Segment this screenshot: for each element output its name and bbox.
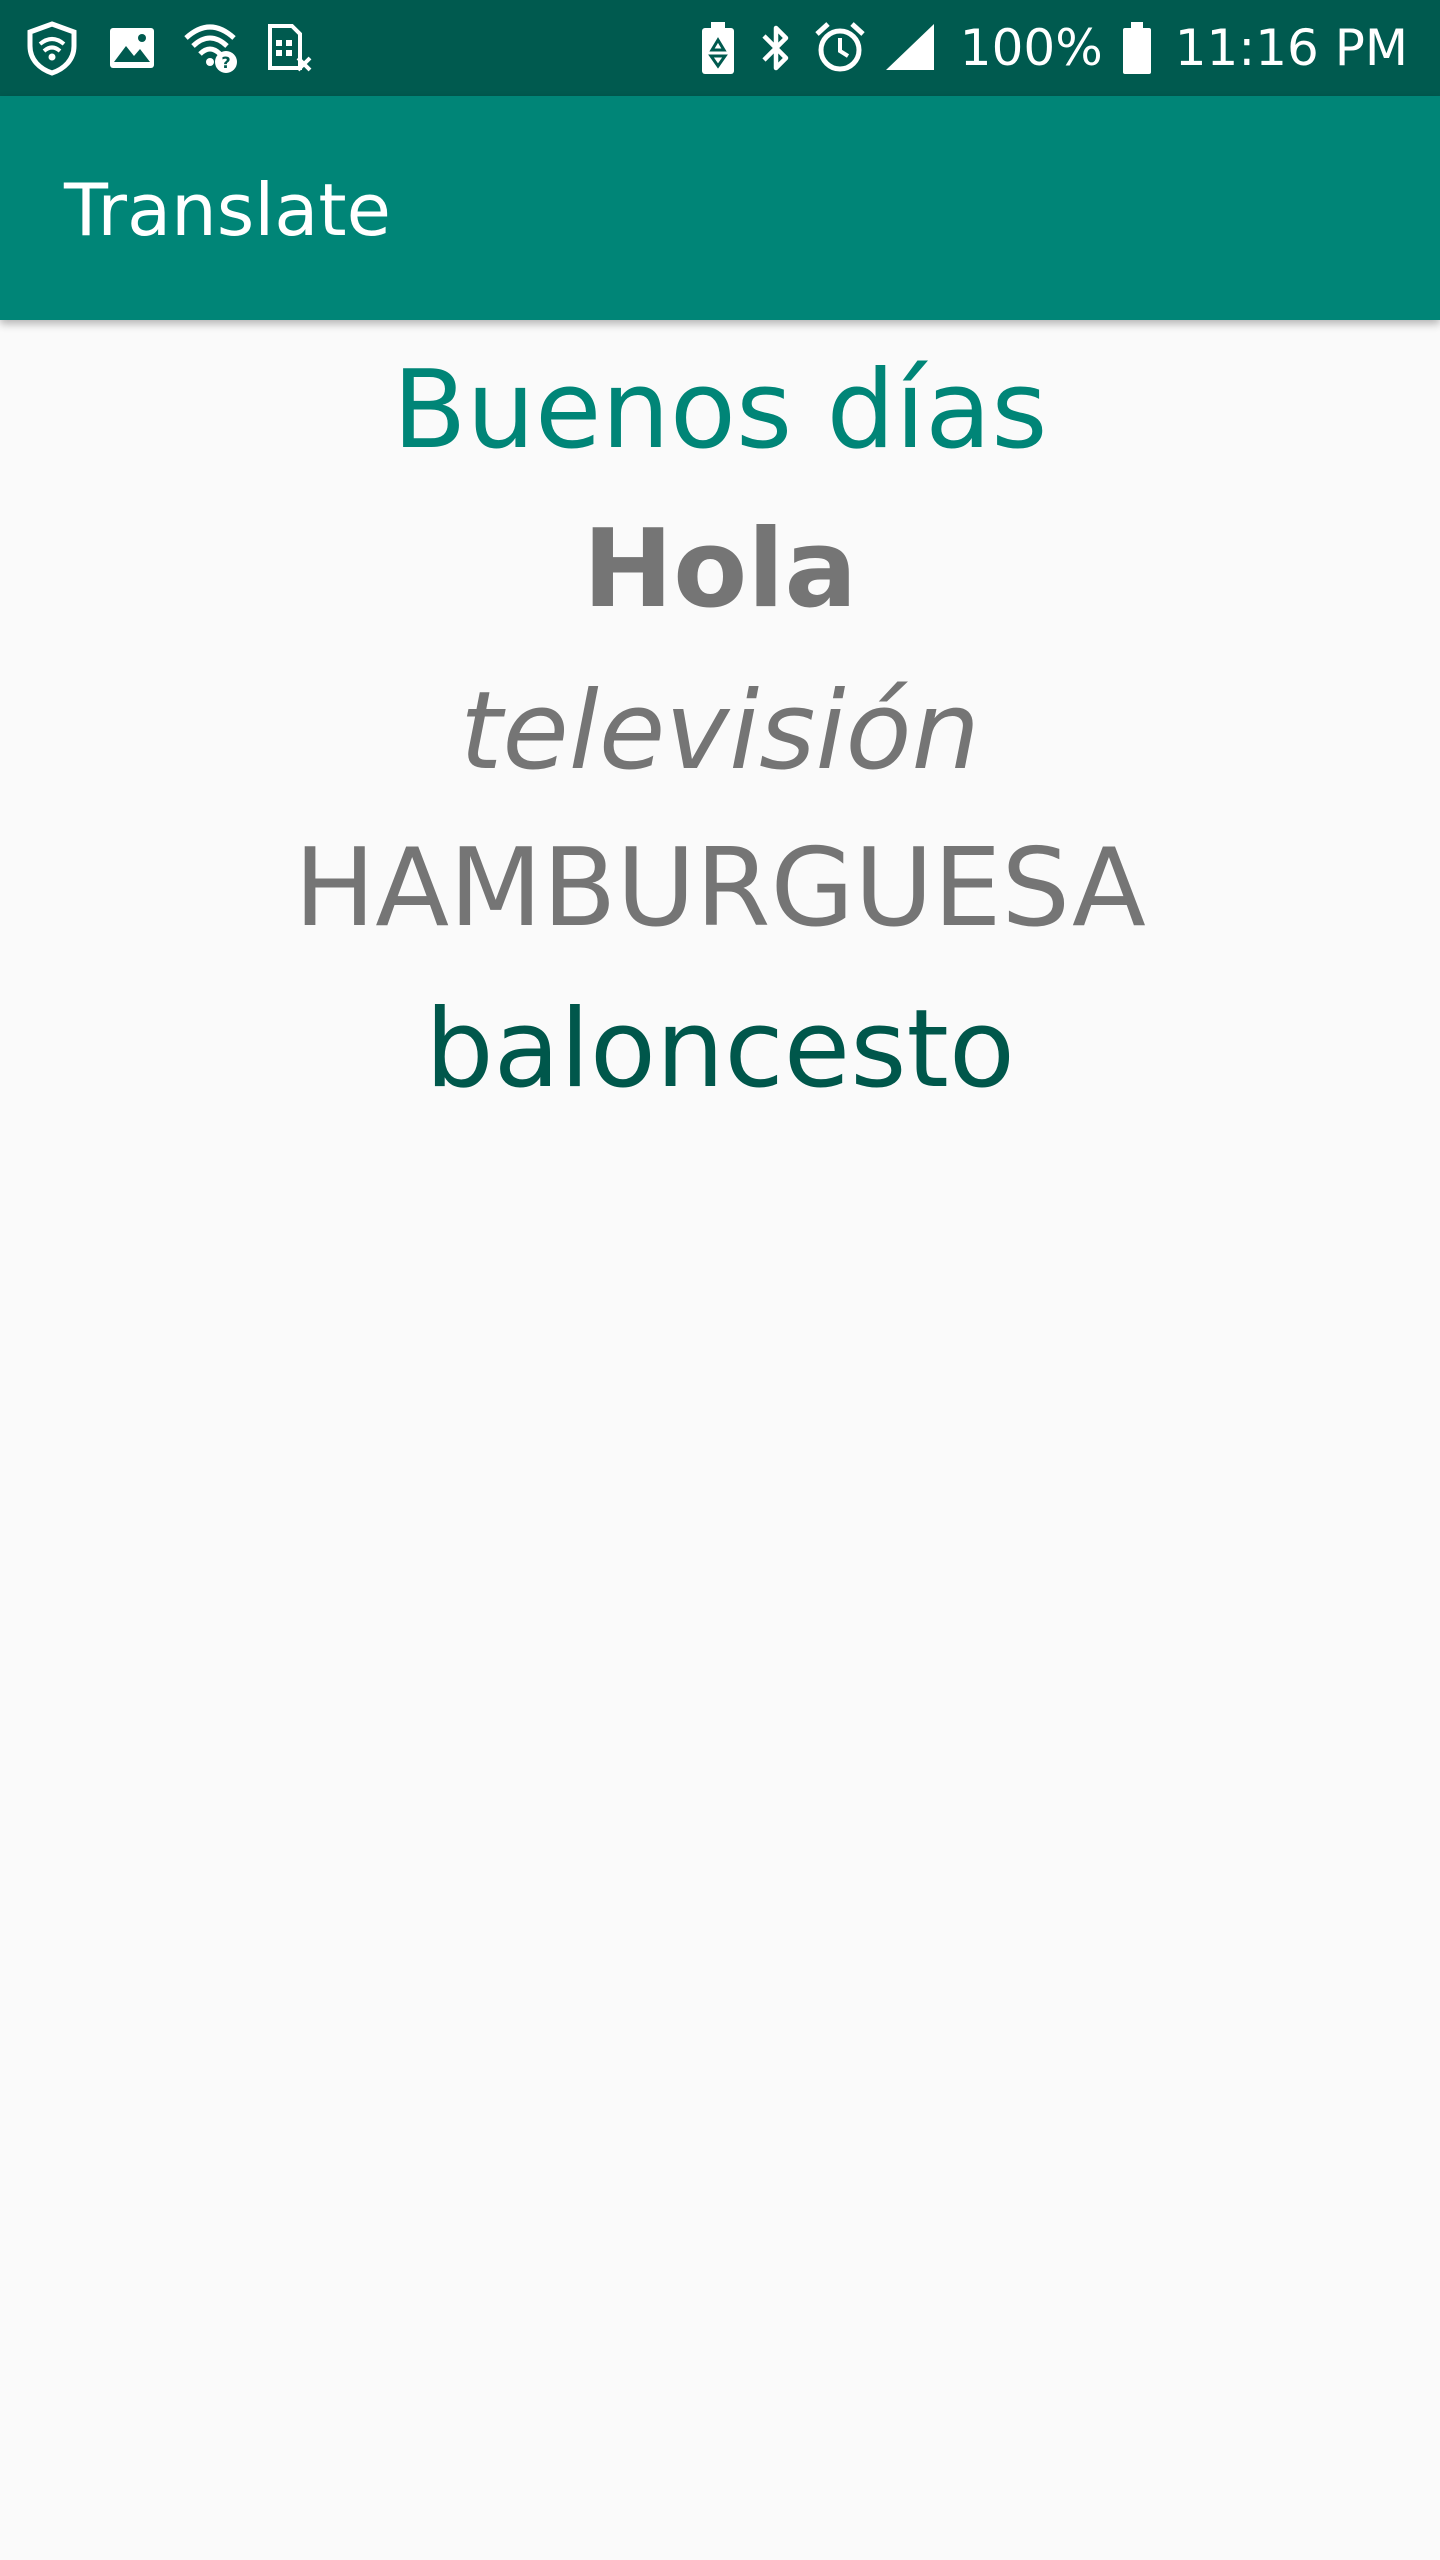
status-left-icons: ? bbox=[24, 20, 340, 76]
shield-icon bbox=[24, 20, 80, 76]
word-hamburguesa: HAMBURGUESA bbox=[294, 826, 1146, 951]
clock: 11:16 PM bbox=[1174, 19, 1408, 77]
word-buenos-dias: Buenos días bbox=[392, 348, 1048, 473]
signal-icon bbox=[884, 22, 938, 74]
battery-icon bbox=[1121, 20, 1153, 76]
image-icon bbox=[106, 22, 158, 74]
battery-saver-icon bbox=[698, 20, 738, 76]
sim-error-icon bbox=[266, 22, 314, 74]
alarm-icon bbox=[814, 20, 866, 76]
battery-percent: 100% bbox=[959, 19, 1103, 77]
app-bar: Translate bbox=[0, 96, 1440, 320]
word-television: televisión bbox=[460, 669, 980, 794]
svg-text:?: ? bbox=[221, 53, 230, 72]
status-bar: ? 100% 11:16 PM bbox=[0, 0, 1440, 96]
bluetooth-icon bbox=[756, 20, 796, 76]
word-list: Buenos días Hola televisión HAMBURGUESA … bbox=[0, 320, 1440, 2560]
wifi-question-icon: ? bbox=[184, 22, 240, 74]
word-hola: Hola bbox=[582, 507, 858, 632]
status-right-icons: 100% 11:16 PM bbox=[680, 20, 1408, 76]
word-baloncesto: baloncesto bbox=[425, 987, 1015, 1112]
app-title: Translate bbox=[64, 168, 391, 252]
